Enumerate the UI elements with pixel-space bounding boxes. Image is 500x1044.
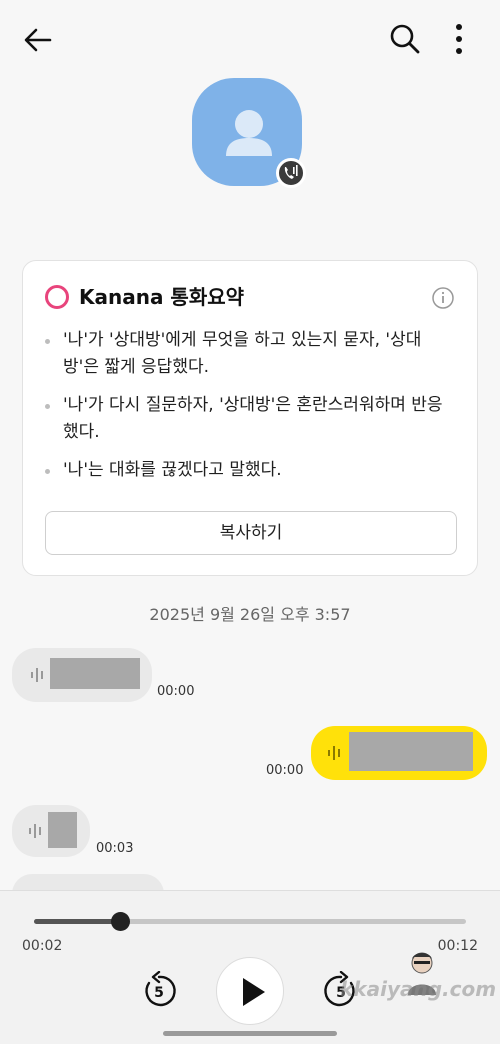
audio-wave-icon xyxy=(31,668,43,682)
redacted-text xyxy=(48,812,77,848)
redacted-text xyxy=(50,658,140,689)
voice-message-bubble[interactable] xyxy=(12,648,152,702)
more-vertical-icon[interactable] xyxy=(448,22,470,56)
audio-wave-icon xyxy=(328,746,340,760)
summary-item: '나'가 '상대방'에게 무엇을 하고 있는지 묻자, '상대방'은 짧게 응답… xyxy=(45,327,457,381)
audio-wave-icon xyxy=(29,824,41,838)
playback-knob[interactable] xyxy=(111,912,131,931)
kanana-logo-icon xyxy=(45,285,69,309)
call-recording-badge xyxy=(276,158,306,188)
call-recording-icon xyxy=(284,165,298,179)
redacted-text xyxy=(349,732,473,771)
message-time: 00:00 xyxy=(157,684,195,699)
summary-title: Kanana 통화요약 xyxy=(79,285,245,309)
copy-button[interactable]: 복사하기 xyxy=(45,511,457,555)
message-time: 00:00 xyxy=(266,763,304,778)
rewind-label: 5 xyxy=(154,985,164,1001)
info-icon[interactable] xyxy=(431,286,455,310)
voice-message-bubble-me[interactable] xyxy=(311,726,487,780)
summary-item: '나'가 다시 질문하자, '상대방'은 혼란스러워하며 반응했다. xyxy=(45,392,457,446)
voice-message-bubble[interactable] xyxy=(12,805,90,857)
message-time: 00:03 xyxy=(96,841,134,856)
total-time: 00:12 xyxy=(437,938,478,954)
summary-header: Kanana 통화요약 xyxy=(45,283,455,313)
top-bar xyxy=(0,0,500,80)
summary-list: '나'가 '상대방'에게 무엇을 하고 있는지 묻자, '상대방'은 짧게 응답… xyxy=(45,327,457,495)
watermark-text: kkaiyang.com xyxy=(340,977,497,1001)
playback-progress xyxy=(34,919,121,924)
playback-slider[interactable] xyxy=(34,912,466,931)
home-indicator xyxy=(163,1031,337,1036)
rewind-icon: 5 xyxy=(145,970,176,1007)
call-summary-card: Kanana 통화요약 '나'가 '상대방'에게 무엇을 하고 있는지 묻자, … xyxy=(22,260,478,576)
contact-avatar xyxy=(192,78,310,192)
conversation-date: 2025년 9월 26일 오후 3:57 xyxy=(149,605,351,624)
search-icon[interactable] xyxy=(388,22,422,56)
audio-player: 00:02 00:12 5 5 kkaiyang.com xyxy=(0,890,500,1044)
play-button[interactable] xyxy=(216,957,284,1025)
summary-item: '나'는 대화를 끊겠다고 말했다. xyxy=(45,457,457,484)
play-icon xyxy=(243,978,265,1006)
rewind-5-button[interactable]: 5 xyxy=(139,970,179,1011)
current-time: 00:02 xyxy=(22,938,63,954)
arrow-left-icon[interactable] xyxy=(22,24,54,56)
